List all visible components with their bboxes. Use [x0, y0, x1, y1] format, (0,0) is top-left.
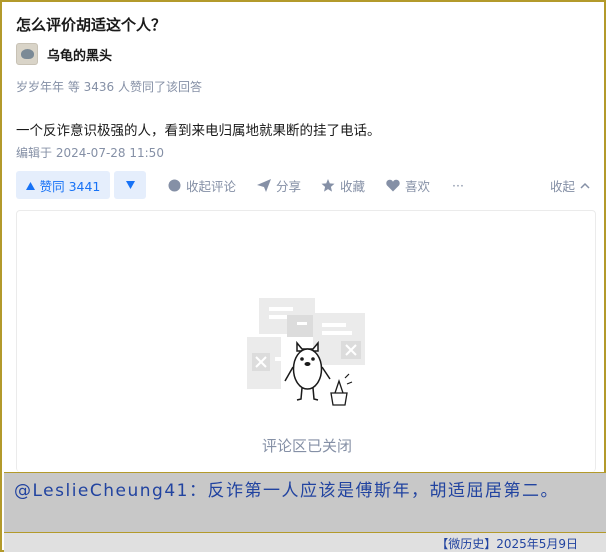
answer-text: 一个反诈意识极强的人，看到来电归属地就果断的挂了电话。	[16, 123, 381, 139]
like-button[interactable]: 喜欢	[386, 171, 430, 199]
edit-time: 编辑于 2024-07-28 11:50	[16, 146, 164, 160]
author-row: 乌龟的黑头	[16, 43, 112, 65]
collapse-comments-button[interactable]: 收起评论	[168, 171, 236, 199]
collapse-label: 收起	[550, 178, 576, 194]
page-frame: 怎么评价胡适这个人？ 乌龟的黑头 岁岁年年 等 3436 人赞同了该回答 一个反…	[0, 0, 606, 552]
comments-closed-text: 评论区已关闭	[261, 437, 352, 455]
avatar-image	[21, 49, 34, 59]
avatar[interactable]	[16, 43, 38, 65]
share-button[interactable]: 分享	[257, 171, 301, 199]
footer-source: 【微历史】2025年5月9日	[436, 537, 578, 551]
triangle-up-icon	[25, 178, 35, 193]
chevron-up-icon	[580, 182, 590, 189]
favorite-button[interactable]: 收藏	[321, 171, 365, 199]
share-label: 分享	[276, 178, 302, 194]
vote-summary: 岁岁年年 等 3436 人赞同了该回答	[16, 80, 202, 94]
caption-banner: @LeslieCheung41：反诈第一人应该是傅斯年，胡适屈居第二。	[4, 472, 606, 532]
heart-icon	[386, 179, 400, 192]
author-name[interactable]: 乌龟的黑头	[47, 45, 112, 64]
favorite-label: 收藏	[340, 178, 366, 194]
star-icon	[321, 178, 335, 192]
collapse-comments-label: 收起评论	[186, 178, 237, 194]
upvote-label: 赞同 3441	[39, 178, 101, 194]
caption-text: @LeslieCheung41：反诈第一人应该是傅斯年，胡适屈居第二。	[14, 481, 559, 501]
more-dots-icon: ···	[452, 177, 464, 193]
triangle-down-icon	[125, 179, 135, 192]
paper-plane-icon	[257, 178, 271, 192]
comment-bubble-icon	[168, 179, 181, 192]
action-bar: 赞同 3441 收起评论 分享 收藏 喜欢 ··· 收起	[16, 171, 596, 199]
question-title[interactable]: 怎么评价胡适这个人？	[16, 14, 166, 35]
like-label: 喜欢	[405, 178, 431, 194]
more-button[interactable]: ···	[452, 171, 464, 199]
upvote-button[interactable]: 赞同 3441	[16, 171, 110, 199]
footer-strip: 【微历史】2025年5月9日	[4, 532, 606, 552]
collapse-answer-button[interactable]: 收起	[550, 171, 590, 199]
empty-comments-illustration	[247, 293, 369, 419]
comments-panel: 评论区已关闭	[16, 210, 596, 472]
downvote-button[interactable]	[114, 171, 146, 199]
